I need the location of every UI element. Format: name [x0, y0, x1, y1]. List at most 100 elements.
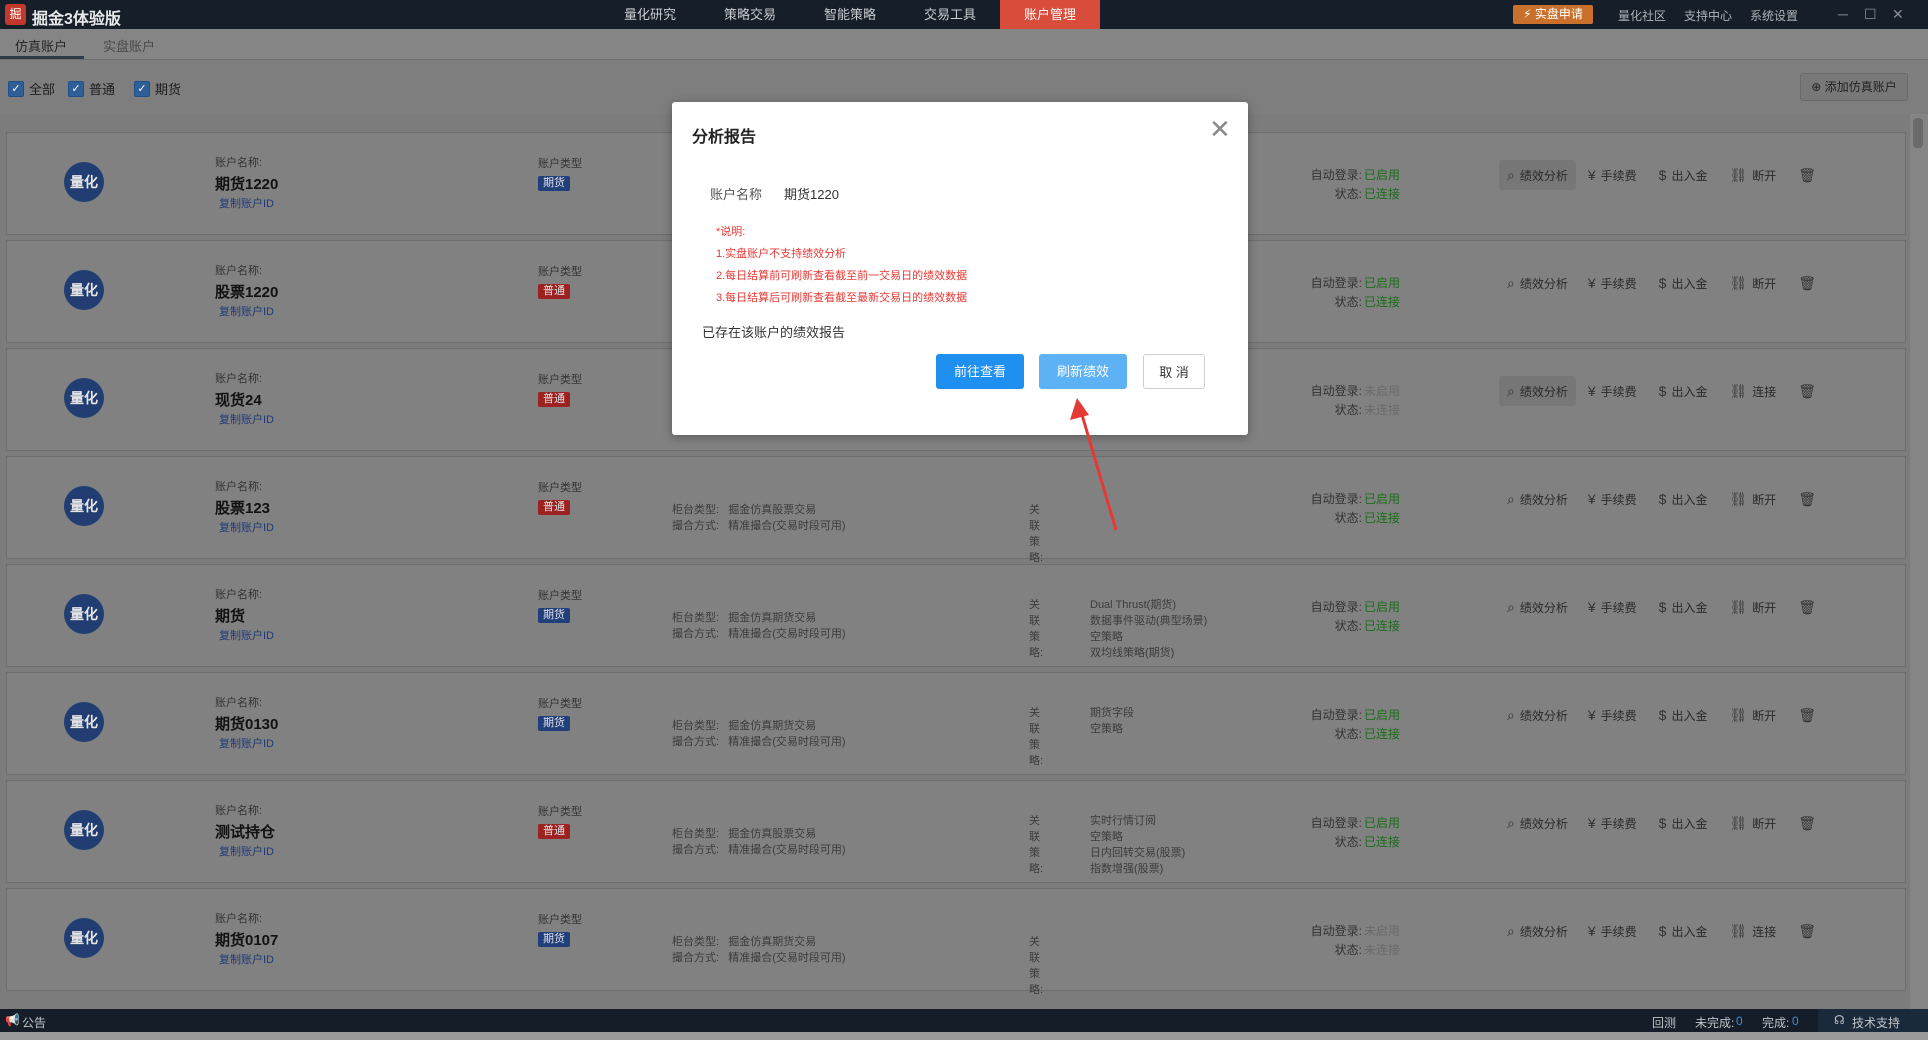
- list-scrollbar[interactable]: [1910, 114, 1928, 1009]
- performance-analysis-button[interactable]: ⌕ 绩效分析: [1499, 808, 1576, 838]
- status-value: 已连接: [1364, 835, 1401, 849]
- tech-support-button[interactable]: ☊ 技术支持: [1818, 1009, 1928, 1032]
- strategy-item[interactable]: 指数增强(股票): [1090, 861, 1163, 877]
- fee-button[interactable]: ¥ 手续费: [1580, 268, 1645, 298]
- notice-icon[interactable]: 📢: [5, 1013, 20, 1027]
- login-labels: 自动登录: 状态:: [1294, 274, 1362, 312]
- match-mode-label: 撮合方式:: [672, 628, 720, 640]
- disconnect-button[interactable]: ⛓ 断开: [1721, 484, 1784, 514]
- copy-account-id-link[interactable]: 复制账户ID: [219, 411, 274, 427]
- link-settings[interactable]: 系统设置: [1750, 7, 1798, 24]
- live-apply-button[interactable]: ⚡ 实盘申请: [1513, 5, 1593, 24]
- close-icon[interactable]: ✕: [1209, 116, 1231, 142]
- fee-button[interactable]: ¥ 手续费: [1580, 376, 1645, 406]
- delete-button[interactable]: 🗑: [1790, 160, 1824, 190]
- nav-item-account-management[interactable]: 账户管理: [1000, 0, 1100, 29]
- performance-analysis-button[interactable]: ⌕ 绩效分析: [1499, 484, 1576, 514]
- refresh-performance-button[interactable]: 刷新绩效: [1039, 354, 1127, 389]
- strategy-item[interactable]: 双均线策略(期货): [1090, 645, 1174, 661]
- account-name: 股票123: [215, 500, 271, 517]
- nav-item-smart-strategy[interactable]: 智能策略: [800, 0, 900, 29]
- cash-transfer-button[interactable]: $ 出入金: [1651, 376, 1716, 406]
- checkbox-checked-icon[interactable]: ✓: [134, 80, 150, 97]
- performance-analysis-button[interactable]: ⌕ 绩效分析: [1499, 376, 1576, 406]
- performance-analysis-button[interactable]: ⌕ 绩效分析: [1499, 160, 1576, 190]
- checkbox-checked-icon[interactable]: ✓: [68, 80, 84, 97]
- cash-transfer-button[interactable]: $ 出入金: [1651, 160, 1716, 190]
- status-bar: 📢 公告 回测 未完成: 0 完成: 0 ☊ 技术支持: [0, 1009, 1928, 1032]
- backtest-label[interactable]: 回测: [1652, 1014, 1676, 1031]
- delete-button[interactable]: 🗑: [1790, 808, 1824, 838]
- scrollbar-thumb[interactable]: [1913, 118, 1923, 148]
- filter-futures[interactable]: ✓ 期货: [134, 79, 181, 98]
- cancel-button[interactable]: 取 消: [1143, 354, 1205, 389]
- disconnect-button[interactable]: ⛓ 断开: [1721, 160, 1784, 190]
- disconnect-button[interactable]: ⛓ 断开: [1721, 700, 1784, 730]
- delete-button[interactable]: 🗑: [1790, 376, 1824, 406]
- quant-avatar-icon: 量化: [64, 162, 104, 202]
- strategy-item[interactable]: 空策略: [1090, 629, 1123, 645]
- fee-button[interactable]: ¥ 手续费: [1580, 160, 1645, 190]
- tab-sim-account[interactable]: 仿真账户: [15, 36, 67, 55]
- strategy-item[interactable]: 实时行情订阅: [1090, 813, 1156, 829]
- link-community[interactable]: 量化社区: [1618, 7, 1666, 24]
- fee-button[interactable]: ¥ 手续费: [1580, 700, 1645, 730]
- copy-account-id-link[interactable]: 复制账户ID: [219, 735, 274, 751]
- performance-analysis-button[interactable]: ⌕ 绩效分析: [1499, 916, 1576, 946]
- strategy-item[interactable]: 数据事件驱动(典型场景): [1090, 613, 1207, 629]
- yen-icon: ¥: [1587, 383, 1596, 399]
- disconnect-button[interactable]: ⛓ 断开: [1721, 592, 1784, 622]
- connect-button[interactable]: ⛓ 连接: [1721, 376, 1784, 406]
- fee-button[interactable]: ¥ 手续费: [1580, 916, 1645, 946]
- fee-button[interactable]: ¥ 手续费: [1580, 592, 1645, 622]
- copy-account-id-link[interactable]: 复制账户ID: [219, 303, 274, 319]
- copy-account-id-link[interactable]: 复制账户ID: [219, 195, 274, 211]
- notice-label[interactable]: 公告: [22, 1014, 46, 1031]
- cash-transfer-button[interactable]: $ 出入金: [1651, 808, 1716, 838]
- fee-button[interactable]: ¥ 手续费: [1580, 808, 1645, 838]
- performance-analysis-button[interactable]: ⌕ 绩效分析: [1499, 700, 1576, 730]
- connect-button[interactable]: ⛓ 连接: [1721, 916, 1784, 946]
- nav-item-research[interactable]: 量化研究: [600, 0, 700, 29]
- close-window-icon[interactable]: ✕: [1892, 6, 1904, 23]
- strategy-item[interactable]: 空策略: [1090, 721, 1123, 737]
- cash-transfer-button[interactable]: $ 出入金: [1651, 592, 1716, 622]
- strategy-item[interactable]: 日内回转交易(股票): [1090, 845, 1185, 861]
- copy-account-id-link[interactable]: 复制账户ID: [219, 843, 274, 859]
- cash-transfer-button[interactable]: $ 出入金: [1651, 916, 1716, 946]
- status-label: 状态:: [1334, 943, 1362, 957]
- add-sim-account-button[interactable]: ⊕ 添加仿真账户: [1800, 73, 1908, 101]
- disconnect-button[interactable]: ⛓ 断开: [1721, 268, 1784, 298]
- delete-button[interactable]: 🗑: [1790, 484, 1824, 514]
- delete-button[interactable]: 🗑: [1790, 700, 1824, 730]
- minimize-icon[interactable]: ─: [1838, 6, 1848, 22]
- analysis-icon: ⌕: [1507, 814, 1515, 831]
- checkbox-checked-icon[interactable]: ✓: [8, 80, 24, 97]
- tab-live-account[interactable]: 实盘账户: [103, 36, 155, 55]
- filter-all[interactable]: ✓ 全部: [8, 79, 55, 98]
- fee-button[interactable]: ¥ 手续费: [1580, 484, 1645, 514]
- cash-transfer-button[interactable]: $ 出入金: [1651, 484, 1716, 514]
- delete-button[interactable]: 🗑: [1790, 916, 1824, 946]
- performance-analysis-button[interactable]: ⌕ 绩效分析: [1499, 592, 1576, 622]
- strategy-item[interactable]: Dual Thrust(期货): [1090, 597, 1176, 613]
- strategy-item[interactable]: 期货字段: [1090, 705, 1134, 721]
- delete-button[interactable]: 🗑: [1790, 592, 1824, 622]
- copy-account-id-link[interactable]: 复制账户ID: [219, 951, 274, 967]
- filter-general[interactable]: ✓ 普通: [68, 79, 115, 98]
- disconnect-button[interactable]: ⛓ 断开: [1721, 808, 1784, 838]
- copy-account-id-link[interactable]: 复制账户ID: [219, 519, 274, 535]
- strategy-item[interactable]: 空策略: [1090, 829, 1123, 845]
- account-name: 现货24: [215, 392, 262, 409]
- go-view-button[interactable]: 前往查看: [936, 354, 1024, 389]
- link-support[interactable]: 支持中心: [1684, 7, 1732, 24]
- connection-label: 断开: [1752, 276, 1777, 291]
- cash-transfer-button[interactable]: $ 出入金: [1651, 268, 1716, 298]
- copy-account-id-link[interactable]: 复制账户ID: [219, 627, 274, 643]
- cash-transfer-button[interactable]: $ 出入金: [1651, 700, 1716, 730]
- delete-button[interactable]: 🗑: [1790, 268, 1824, 298]
- performance-analysis-button[interactable]: ⌕ 绩效分析: [1499, 268, 1576, 298]
- nav-item-strategy-trade[interactable]: 策略交易: [700, 0, 800, 29]
- maximize-icon[interactable]: ☐: [1864, 6, 1877, 23]
- nav-item-trade-tools[interactable]: 交易工具: [900, 0, 1000, 29]
